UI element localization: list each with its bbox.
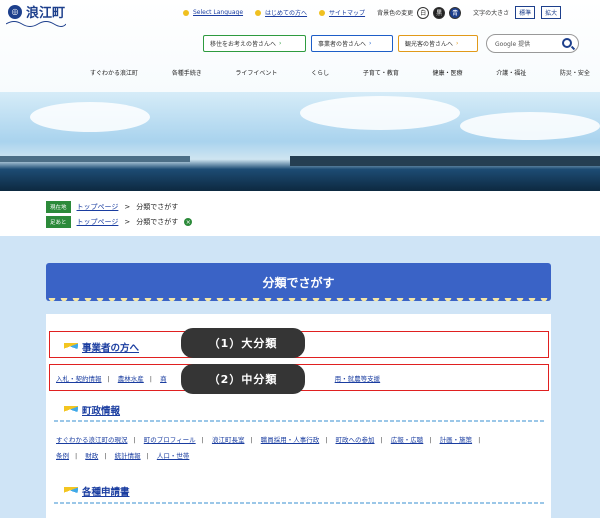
link-overview[interactable]: すぐわかる浪江町の現況 — [56, 436, 128, 444]
migration-button-label: 移住をお考えの皆さんへ — [210, 41, 277, 48]
wave-decoration-icon — [6, 21, 66, 27]
dashed-divider — [54, 502, 544, 504]
bullet-icon — [255, 9, 262, 16]
link-population[interactable]: 人口・世帯 — [157, 452, 190, 460]
page-title: 分類でさがす — [46, 263, 551, 301]
nav-item-safety[interactable]: 防災・安全 — [560, 68, 590, 77]
link-profile[interactable]: 町のプロフィール — [144, 436, 196, 444]
nav-item-life-events[interactable]: ライフイベント — [235, 68, 277, 77]
migration-button[interactable]: 移住をお考えの皆さんへ › — [203, 35, 306, 52]
breadcrumb-separator: > — [124, 203, 131, 211]
select-language-link[interactable]: Select Language — [193, 9, 243, 16]
bird-icon — [64, 405, 78, 415]
site-header: ◎ 浪江町 Select Language はじめての方へ サイトマップ 背景色… — [0, 0, 600, 92]
breadcrumb-area: 現在地 トップページ > 分類でさがす 足あと トップページ > 分類でさがす … — [0, 191, 600, 236]
nav-item-about[interactable]: すぐわかる浪江町 — [90, 68, 138, 77]
global-nav: すぐわかる浪江町 各種手続き ライフイベント くらし 子育て・教育 健康・医療 … — [90, 68, 590, 77]
chevron-right-icon: › — [279, 40, 282, 47]
link-mayor[interactable]: 浪江町長室 — [212, 436, 245, 444]
footprint-trail: 足あと トップページ > 分類でさがす × — [46, 216, 193, 228]
close-icon[interactable]: × — [184, 218, 193, 226]
footprint-current: 分類でさがす — [136, 218, 179, 226]
link-plans[interactable]: 計画・施策 — [440, 436, 473, 444]
section-link-forms[interactable]: 各種申請書 — [82, 484, 130, 498]
dashed-divider — [54, 420, 544, 422]
breadcrumb-top-link[interactable]: トップページ — [77, 202, 119, 212]
font-standard-button[interactable]: 標準 — [515, 6, 536, 19]
link-pr[interactable]: 広報・広聴 — [391, 436, 424, 444]
search-icon[interactable] — [562, 38, 572, 48]
chevron-right-icon: › — [456, 40, 459, 47]
font-size-label: 文字の大きさ — [473, 10, 510, 17]
section-title-forms: 各種申請書 — [64, 484, 130, 498]
nav-item-health[interactable]: 健康・医療 — [433, 68, 463, 77]
tourist-button[interactable]: 観光客の皆さんへ › — [398, 35, 478, 52]
visitor-buttons: 移住をお考えの皆さんへ › 事業者の皆さんへ › 観光客の皆さんへ › — [203, 35, 478, 52]
section-title-government: 町政情報 — [64, 403, 120, 417]
scallop-decoration — [46, 298, 551, 304]
link-participation[interactable]: 町政への参加 — [336, 436, 375, 444]
nav-item-welfare[interactable]: 介護・福祉 — [496, 68, 526, 77]
link-ordinances[interactable]: 条例 — [56, 452, 69, 460]
chevron-right-icon: › — [369, 40, 372, 47]
footprint-separator: > — [124, 218, 131, 226]
tourist-button-label: 観光客の皆さんへ — [405, 41, 454, 48]
utility-bar: Select Language はじめての方へ サイトマップ 背景色の変更 白 … — [183, 6, 562, 19]
section-link-government[interactable]: 町政情報 — [82, 403, 120, 417]
bg-blue-button[interactable]: 青 — [449, 6, 462, 19]
search-placeholder: Google 提供 — [495, 41, 531, 48]
bg-white-button[interactable]: 白 — [417, 6, 430, 19]
annotation-major: （1）大分類 — [181, 328, 305, 358]
annotation-minor: （2）中分類 — [181, 364, 305, 394]
business-button-label: 事業者の皆さんへ — [318, 41, 367, 48]
footprint-badge: 足あと — [46, 216, 71, 228]
footprint-top-link[interactable]: トップページ — [77, 217, 119, 227]
bg-black-button[interactable]: 黒 — [433, 6, 446, 19]
bullet-icon — [319, 9, 326, 16]
bg-color-label: 背景色の変更 — [377, 10, 414, 17]
breadcrumb: 現在地 トップページ > 分類でさがす — [46, 201, 178, 213]
link-statistics[interactable]: 統計情報 — [115, 452, 141, 460]
nav-item-living[interactable]: くらし — [311, 68, 329, 77]
hero-harbor-image — [0, 92, 600, 191]
nav-item-procedures[interactable]: 各種手続き — [172, 68, 202, 77]
bullet-icon — [183, 9, 189, 16]
sitemap-link[interactable]: サイトマップ — [329, 8, 365, 17]
link-recruitment[interactable]: 職員採用・人事行政 — [261, 436, 320, 444]
current-location-badge: 現在地 — [46, 201, 71, 213]
first-visit-link[interactable]: はじめての方へ — [265, 8, 307, 17]
breadcrumb-current: 分類でさがす — [136, 203, 179, 211]
nav-item-childcare[interactable]: 子育て・教育 — [363, 68, 399, 77]
search-input[interactable]: Google 提供 — [486, 34, 579, 53]
main-content: 分類でさがす 事業者の方へ 入札・契約情報 | 農林水産 | 商 用・就農等支援 町… — [0, 236, 600, 518]
link-finance[interactable]: 財政 — [85, 452, 98, 460]
government-link-list: すぐわかる浪江町の現況 | 町のプロフィール | 浪江町長室 | 職員採用・人事行政 |… — [56, 436, 481, 460]
font-large-button[interactable]: 拡大 — [541, 6, 562, 19]
town-emblem-icon: ◎ — [8, 4, 22, 19]
bird-icon — [64, 486, 78, 496]
business-button[interactable]: 事業者の皆さんへ › — [311, 35, 393, 52]
